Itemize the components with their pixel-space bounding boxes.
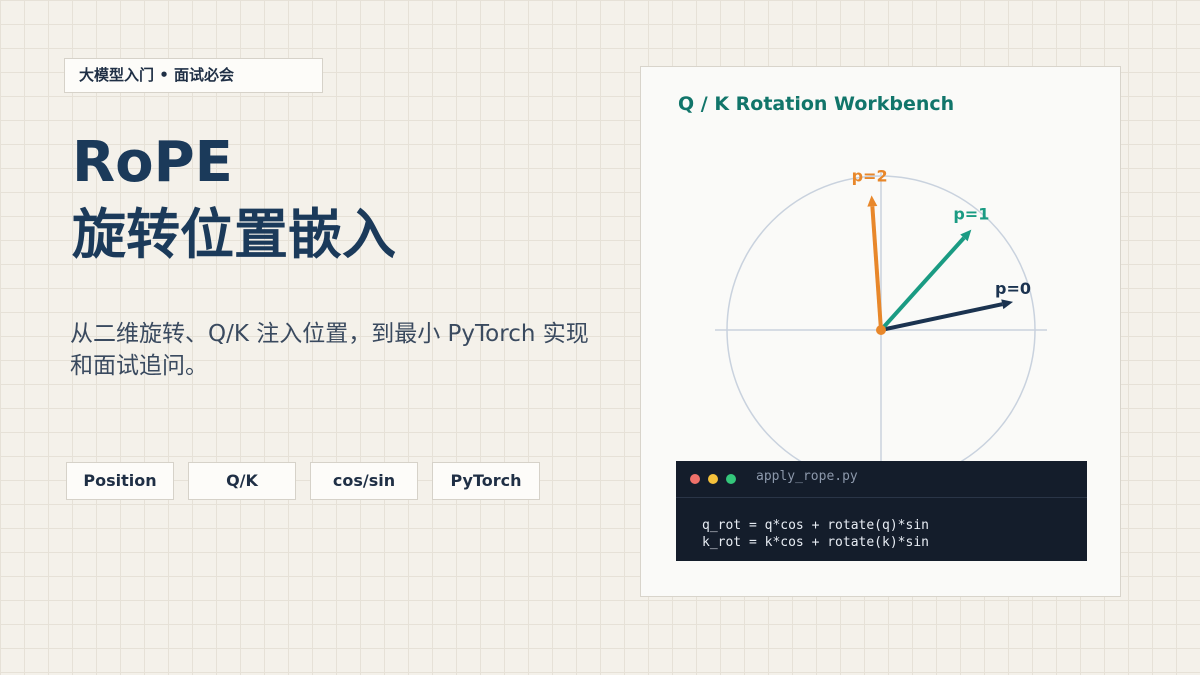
minimize-dot [708, 474, 718, 484]
vectors-group: p=0 p=1 p=2 [852, 166, 1031, 332]
vector-label-p0: p=0 [995, 279, 1031, 298]
origin-point [876, 325, 886, 335]
vector-p2 [870, 206, 883, 331]
title-chinese: 旋转位置嵌入 [72, 203, 396, 266]
code-window: apply_rope.py q_rot = q*cos + rotate(q)*… [676, 461, 1087, 561]
arrowhead-p2 [867, 195, 878, 207]
chip-position: Position [66, 462, 174, 500]
rotation-diagram: p=0 p=1 p=2 [715, 166, 1047, 461]
code-body: q_rot = q*cos + rotate(q)*sin k_rot = k*c… [702, 517, 929, 551]
description: 从二维旋转、Q/K 注入位置，到最小 PyTorch 实现和面试追问。 [70, 321, 589, 379]
title-rope: RoPE [72, 130, 233, 195]
topic-tag: 大模型入门 • 面试必会 [64, 58, 323, 93]
close-dot [690, 474, 700, 484]
code-line: q_rot = q*cos + rotate(q)*sin [702, 518, 929, 533]
code-titlebar: apply_rope.py [676, 461, 1087, 498]
chip-pytorch: PyTorch [432, 462, 540, 500]
chip-cos-sin: cos/sin [310, 462, 418, 500]
arrowhead-p0 [1001, 299, 1014, 310]
maximize-dot [726, 474, 736, 484]
code-filename: apply_rope.py [756, 469, 858, 484]
rotation-panel: Q / K Rotation Workbench p=0 p=1 p=2 apply… [640, 66, 1121, 597]
vector-label-p1: p=1 [953, 205, 989, 224]
chip-qk: Q/K [188, 462, 296, 500]
vector-label-p2: p=2 [852, 166, 888, 185]
code-line: k_rot = k*cos + rotate(k)*sin [702, 535, 929, 550]
